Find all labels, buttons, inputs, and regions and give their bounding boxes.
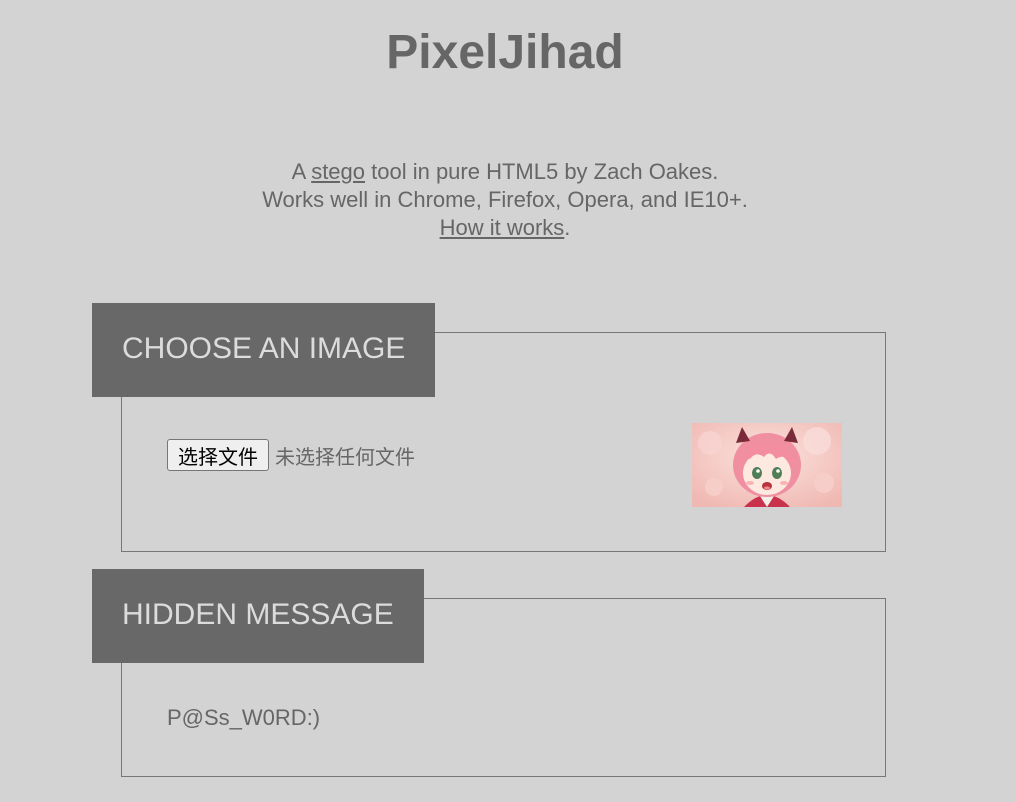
hidden-message-heading: HIDDEN MESSAGE xyxy=(92,569,424,663)
page-title: PixelJihad xyxy=(386,26,624,79)
intro-line-3-suffix: . xyxy=(564,215,571,240)
choose-file-button[interactable]: 选择文件 xyxy=(167,439,269,471)
intro-line-1-prefix: A xyxy=(291,159,312,184)
anime-girl-image xyxy=(692,423,842,507)
choose-image-heading: CHOOSE AN IMAGE xyxy=(92,303,435,397)
intro-line-1-suffix: tool in pure HTML5 by Zach Oakes. xyxy=(365,159,719,184)
intro-line-2: Works well in Chrome, Firefox, Opera, an… xyxy=(262,187,748,212)
hidden-message-text[interactable]: P@Ss_W0RD:) xyxy=(167,705,320,731)
intro-line-1: A stego tool in pure HTML5 by Zach Oakes… xyxy=(0,158,1010,186)
file-status-text: 未选择任何文件 xyxy=(275,444,415,469)
how-it-works-link[interactable]: How it works xyxy=(440,215,565,240)
file-input: 选择文件 未选择任何文件 xyxy=(167,439,415,471)
intro-text: A stego tool in pure HTML5 by Zach Oakes… xyxy=(0,158,1010,242)
intro-line-3: How it works. xyxy=(0,214,1010,242)
image-preview-graphic xyxy=(692,423,842,507)
stego-link[interactable]: stego xyxy=(311,159,365,184)
